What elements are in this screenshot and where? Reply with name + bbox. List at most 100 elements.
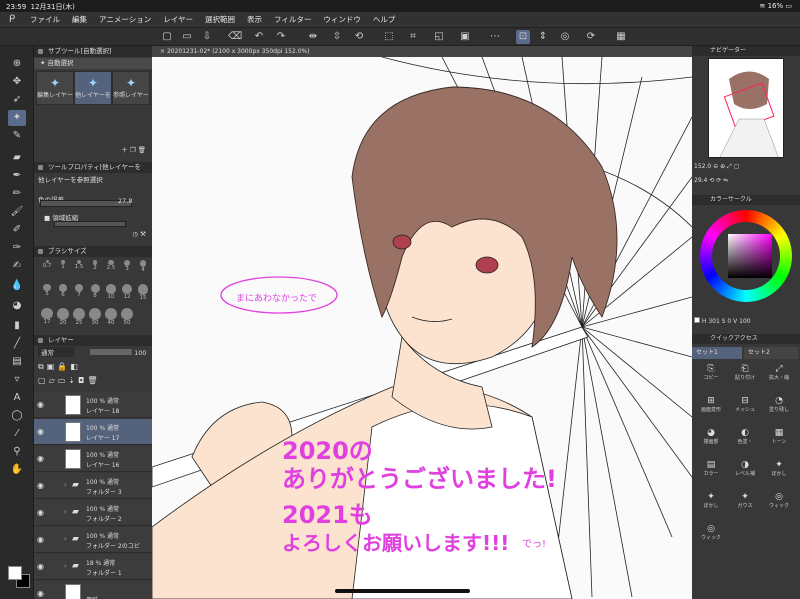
quick-access-item[interactable]: ◐ 色塗・ <box>730 428 760 450</box>
checkbox-icon[interactable]: ■ <box>44 214 50 222</box>
panel-menu-icon[interactable] <box>38 338 43 343</box>
quick-access-item[interactable]: ⎘ コピー <box>696 364 726 386</box>
close-tab-icon[interactable]: × <box>160 48 165 55</box>
zoom-in-icon[interactable]: ⊕ <box>720 163 725 170</box>
fill-tool-icon[interactable]: ◕ <box>8 298 26 314</box>
fit-icon[interactable]: ⤢ <box>727 163 732 170</box>
transform-icon[interactable]: ◱ <box>432 30 446 44</box>
swatch-small[interactable] <box>694 317 700 323</box>
pen-tool-icon[interactable]: ✒ <box>8 168 26 184</box>
pencil-tool-icon[interactable]: ✏ <box>8 186 26 202</box>
subtool-panel-header[interactable]: サブツール[自動選択] <box>34 46 152 57</box>
menu-help[interactable]: ヘルプ <box>367 14 402 25</box>
subtool-other-layer[interactable]: ✦ 他レイヤーを <box>74 71 112 105</box>
color-reference-icon[interactable]: ⟳ <box>584 30 598 44</box>
layer-blend-select[interactable]: 通常 <box>38 347 74 357</box>
grid-icon[interactable]: ▦ <box>614 30 628 44</box>
subtool-group[interactable]: ✦ 自動選択 <box>34 58 152 69</box>
figure-tool-icon[interactable]: ╱ <box>8 336 26 352</box>
brush-size-option[interactable]: 15 <box>134 284 152 306</box>
panel-menu-icon[interactable] <box>38 249 43 254</box>
quick-access-item[interactable]: ◎ ウィック <box>764 492 794 514</box>
auto-select-tool-icon[interactable]: ✦ <box>8 110 26 126</box>
new-vector-layer-icon[interactable]: ▱ <box>49 376 58 385</box>
layer-reference-icon[interactable]: ▣ <box>47 362 58 371</box>
decoration-tool-icon[interactable]: ✑ <box>8 240 26 256</box>
gradient-tool-icon[interactable]: ▮ <box>8 318 26 334</box>
quick-access-tab-1[interactable]: セット1 <box>692 347 742 359</box>
undo-icon[interactable]: ↶ <box>252 30 266 44</box>
delete-layer-icon[interactable]: 🗑 <box>87 376 100 385</box>
flip-icon[interactable]: ⇋ <box>723 177 728 184</box>
quick-access-item[interactable]: ✦ ガウス <box>730 492 760 514</box>
reset-icon[interactable]: ◷ <box>132 230 138 238</box>
panel-menu-icon[interactable] <box>38 165 43 170</box>
chevron-right-icon[interactable]: › <box>64 535 67 543</box>
layer-row[interactable]: ◉ › ▰ 100 % 通常 フォルダー 2のコピ <box>34 527 152 553</box>
layer-row[interactable]: ◉ 100 % 通常 レイヤー 17 <box>34 419 152 445</box>
quick-access-header[interactable]: クイックアクセス <box>692 334 800 344</box>
quick-access-item[interactable]: ◎ ウィック <box>696 524 726 546</box>
app-logo-icon[interactable]: ᑭ <box>0 14 24 25</box>
new-file-icon[interactable]: ▢ <box>160 30 174 44</box>
eye-icon[interactable]: ◉ <box>37 508 44 517</box>
snap-special-ruler-icon[interactable]: ⊡ <box>516 30 530 44</box>
rotate-icon[interactable]: ⟲ <box>352 30 366 44</box>
quick-access-item[interactable]: ▦ トーン <box>764 428 794 450</box>
layer-clip-icon[interactable]: ⧉ <box>38 362 47 371</box>
menu-animation[interactable]: アニメーション <box>93 14 157 25</box>
canvas-tab[interactable]: × 20201231-02* (2100 x 3000px 350dpi 152… <box>152 46 692 57</box>
delete-subtool-icon[interactable]: 🗑 <box>138 146 146 154</box>
frame-tool-icon[interactable]: ▤ <box>8 354 26 370</box>
snap-icon[interactable]: ⋯ <box>488 30 502 44</box>
flip-vertical-icon[interactable]: ⇳ <box>330 30 344 44</box>
rotate-right-icon[interactable]: ⟳ <box>716 177 721 184</box>
layer-row[interactable]: ◉ › ▰ 100 % 通常 フォルダー 3 <box>34 473 152 499</box>
quick-access-item[interactable]: ⊟ メッシュ <box>730 396 760 418</box>
quick-access-item[interactable]: ◕ 描画部 <box>696 428 726 450</box>
quick-access-item[interactable]: ◑ レベル補 <box>730 460 760 482</box>
navigator-header[interactable]: ナビゲーター <box>692 46 800 56</box>
eye-icon[interactable]: ◉ <box>37 562 44 571</box>
lasso-tool-icon[interactable]: ◯ <box>8 408 26 424</box>
area-expand-slider[interactable] <box>54 221 126 227</box>
brush-size-option[interactable]: 50 <box>118 308 136 330</box>
brush-tool-icon[interactable]: 🖌 <box>8 204 26 220</box>
menu-window[interactable]: ウィンドウ <box>317 14 367 25</box>
layer-row[interactable]: ◉ › ▰ 100 % 通常 フォルダー 2 <box>34 500 152 526</box>
balloon-tool-icon[interactable]: ▿ <box>8 372 26 388</box>
magnifier-tool-icon[interactable]: ⚲ <box>8 444 26 460</box>
rotate-value[interactable]: 29.4 <box>694 177 707 184</box>
subtool-edit-layer[interactable]: ✦ 編集レイヤー <box>36 71 74 105</box>
save-icon[interactable]: ⇩ <box>200 30 214 44</box>
quick-access-item[interactable]: ✦ ぼかし <box>764 460 794 482</box>
value-value[interactable]: 100 <box>739 318 750 325</box>
mask-add-icon[interactable]: ◘ <box>78 376 87 385</box>
snap-dropdown-icon[interactable]: ⇕ <box>536 30 550 44</box>
panel-menu-icon[interactable] <box>38 49 43 54</box>
rotate-left-icon[interactable]: ⟲ <box>709 177 714 184</box>
quick-access-item[interactable]: ✦ ぼかし <box>696 492 726 514</box>
menu-view[interactable]: 表示 <box>241 14 268 25</box>
artboard[interactable]: まにあわなかったで 2020の ありがとうございました! 2021も よろしくお… <box>152 57 692 599</box>
eraser-tool-icon[interactable]: ▰ <box>8 150 26 166</box>
redo-icon[interactable]: ↷ <box>274 30 288 44</box>
deselect-icon[interactable]: ⬚ <box>382 30 396 44</box>
chevron-right-icon[interactable]: › <box>64 481 67 489</box>
layer-lock-icon[interactable]: 🔒 <box>57 362 70 371</box>
layer-row[interactable]: ◉ 100 % 通常 レイヤー 16 <box>34 446 152 472</box>
foreground-color-swatch[interactable] <box>8 566 22 580</box>
color-circle-header[interactable]: カラーサークル <box>692 195 800 205</box>
zoom-tool-icon[interactable]: ⊕ <box>8 56 26 72</box>
open-folder-icon[interactable]: ▭ <box>180 30 194 44</box>
opacity-slider[interactable] <box>90 349 133 355</box>
layer-row[interactable]: ◉ 用紙 <box>34 581 152 599</box>
eye-icon[interactable]: ◉ <box>37 535 44 544</box>
actual-size-icon[interactable]: ▢ <box>734 163 740 170</box>
move-tool-icon[interactable]: ✥ <box>8 74 26 90</box>
chevron-right-icon[interactable]: › <box>64 508 67 516</box>
settings-icon[interactable]: ⚒ <box>140 230 146 238</box>
saturation-value-square[interactable] <box>728 234 772 278</box>
eyedropper-tool-icon[interactable]: ✎ <box>8 128 26 144</box>
quick-access-item[interactable]: ⤢ 拡大・縮 <box>764 364 794 386</box>
